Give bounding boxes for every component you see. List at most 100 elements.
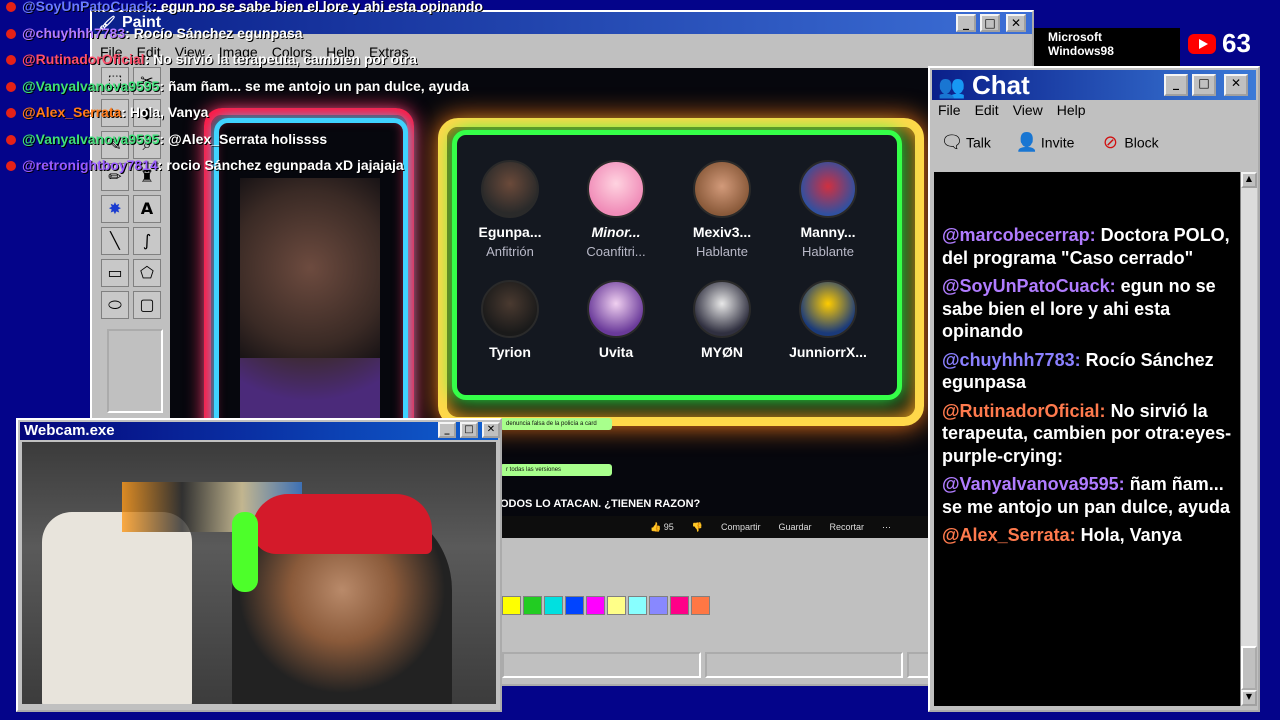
color-swatch[interactable] [523,596,542,615]
red-cap [252,494,432,554]
menu-view[interactable]: View [1013,102,1043,118]
chat-menubar: File Edit View Help [938,102,1086,118]
overlay-chat-text: : No sirvió la terapeuta, cambien por ot… [144,51,417,67]
youtube-dot-icon [6,2,16,13]
paint-toolbox: ⬚ ✂ ▭ ◆ ✎ ⌕ ✏ ♜ ✸ A ╲ ∫ ▭ ⬠ ⬭ ▢ [97,67,165,427]
scroll-thumb[interactable] [1241,646,1257,690]
member-name: JunniorrX... [789,344,867,360]
maximize-button[interactable]: □ [460,422,478,438]
close-button[interactable]: ✕ [482,422,500,438]
color-swatch[interactable] [670,596,689,615]
avatar [481,280,539,338]
webcam-title: Webcam.exe [24,422,115,439]
chat-window: 👥 Chat _ □ ✕ File Edit View Help 🗨 Talk 👤… [928,66,1260,712]
color-swatch[interactable] [586,596,605,615]
avatar [587,280,645,338]
avatar [587,160,645,218]
close-button[interactable]: ✕ [1224,74,1248,96]
tool-options-panel[interactable] [107,329,163,413]
line-icon[interactable]: ╲ [101,227,129,255]
polygon-icon[interactable]: ⬠ [133,259,161,287]
text-icon[interactable]: A [133,195,161,223]
share-button[interactable]: Compartir [721,522,761,532]
member-card[interactable]: Mexiv3... Hablante [672,160,772,259]
windows-logo-text: Microsoft Windows98 [1048,30,1114,58]
member-card[interactable]: Uvita [566,280,666,360]
color-swatch[interactable] [649,596,668,615]
color-swatch[interactable] [544,596,563,615]
overlay-chat-text: : Rocío Sánchez egunpasa [125,24,303,41]
chat-message-user: @marcobecerrap: [942,225,1096,245]
member-card[interactable]: JunniorrX... [778,280,878,360]
member-name: Uvita [598,344,634,360]
rounded-rect-icon[interactable]: ▢ [133,291,161,319]
chat-message-user: @VanyaIvanova9595: [942,474,1125,494]
youtube-dot-icon [6,55,16,66]
talk-icon: 🗨 [940,132,964,153]
member-card[interactable]: MYØN [672,280,772,360]
maximize-button[interactable]: □ [1192,74,1216,96]
overlay-chat-line: @VanyaIvanova9595: ñam ñam... se me anto… [6,78,469,94]
menu-edit[interactable]: Edit [975,102,999,118]
more-icon[interactable]: ⋯ [882,522,891,533]
member-card[interactable]: Manny... Hablante [778,160,878,259]
chat-scrollbar[interactable]: ▲ ▼ [1240,172,1257,706]
scroll-up-button[interactable]: ▲ [1241,172,1257,188]
close-button[interactable]: ✕ [1006,14,1026,32]
chat-bubble: r todas las versiones [500,464,612,476]
member-role: Anfitrión [486,244,534,259]
viewer-count: 63 [1222,28,1251,58]
minimize-button[interactable]: _ [956,14,976,32]
chat-message: @marcobecerrap: Doctora POLO, del progra… [942,224,1232,269]
overlay-chat-line: @RutinadorOficial: No sirvió la terapeut… [6,51,417,67]
scroll-down-button[interactable]: ▼ [1241,690,1257,706]
like-count: 95 [663,521,674,532]
youtube-icon [1188,33,1216,54]
overlay-chat-user: @Alex_Serrata [22,104,122,120]
member-card[interactable]: Tyrion [460,280,560,360]
chat-message: @RutinadorOficial: No sirvió la terapeut… [942,400,1232,468]
talk-label: Talk [966,134,991,151]
member-role: Hablante [801,244,855,259]
color-swatch[interactable] [628,596,647,615]
clip-button[interactable]: Recortar [830,522,865,532]
like-icon[interactable]: 👍 95 [650,522,674,533]
minimize-button[interactable]: _ [438,422,456,438]
member-card[interactable]: Minor... Coanfitri... [566,160,666,259]
talk-button[interactable]: 🗨 Talk [938,132,991,156]
member-name: Mexiv3... [692,224,752,240]
overlay-chat-user: @VanyaIvanova9595 [22,130,160,147]
block-button[interactable]: ⊘ Block [1096,132,1159,156]
member-card[interactable]: Egunpa... Anfitrión [460,160,560,259]
chat-message: @chuyhhh7783: Rocío Sánchez egunpasa [942,349,1232,394]
youtube-dot-icon [6,108,16,119]
menu-help[interactable]: Help [1057,102,1086,118]
member-role: Hablante [695,244,749,259]
chat-title-bar[interactable]: 👥 Chat _ □ ✕ [932,70,1256,100]
save-button[interactable]: Guardar [778,522,811,532]
color-swatch[interactable] [691,596,710,615]
maximize-button[interactable]: □ [980,14,1000,32]
ellipse-icon[interactable]: ⬭ [101,291,129,319]
minimize-button[interactable]: _ [1164,74,1188,96]
airbrush-icon[interactable]: ✸ [101,195,129,223]
chat-message-user: @Alex_Serrata: [942,525,1076,545]
invite-button[interactable]: 👤 Invite [1013,132,1075,156]
headset [232,512,258,592]
color-swatch[interactable] [565,596,584,615]
chat-bubble: denuncia falsa de la policía a card [500,418,612,430]
chat-message-text: Hola, Vanya [1080,525,1182,545]
chat-message-user: @RutinadorOficial: [942,400,1106,421]
curve-icon[interactable]: ∫ [133,227,161,255]
color-swatch[interactable] [502,596,521,615]
taskbar-logo: Microsoft Windows98 [1034,28,1180,66]
menu-file[interactable]: File [938,102,961,118]
overlay-chat-line: @VanyaIvanova9595: @Alex_Serrata holisss… [6,131,327,147]
chat-log[interactable]: @marcobecerrap: Doctora POLO, del progra… [934,172,1240,706]
invite-icon: 👤 [1015,132,1039,153]
rectangle-icon[interactable]: ▭ [101,259,129,287]
webcam-title-bar[interactable]: Webcam.exe _ □ ✕ [20,422,500,440]
color-swatch[interactable] [607,596,626,615]
dislike-icon[interactable]: 👎 [692,522,703,533]
youtube-viewer-count: 63 [1188,28,1251,59]
